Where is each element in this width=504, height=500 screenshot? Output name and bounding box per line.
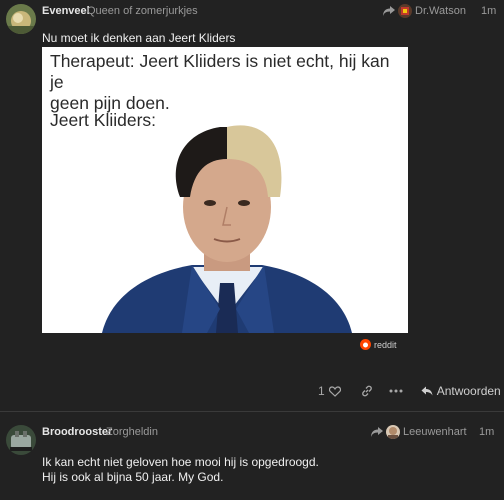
post-divider xyxy=(0,411,504,412)
post-text: Ik kan echt niet geloven hoe mooi hij is… xyxy=(42,455,319,484)
reddit-icon xyxy=(360,339,371,350)
reply-button-label: Antwoorden xyxy=(436,384,501,398)
reply-arrow-icon xyxy=(371,427,383,437)
link-icon[interactable] xyxy=(361,385,373,397)
avatar[interactable] xyxy=(6,425,36,455)
post-time[interactable]: 1m xyxy=(481,5,496,17)
portrait-illustration xyxy=(102,125,352,333)
source-label: reddit xyxy=(374,339,397,350)
avatar xyxy=(398,4,412,18)
avatar xyxy=(386,425,400,439)
more-icon[interactable] xyxy=(389,389,403,393)
reply-icon xyxy=(421,386,433,396)
reply-arrow-icon xyxy=(383,6,395,16)
reply-button[interactable]: Antwoorden xyxy=(421,384,501,398)
post-username[interactable]: Evenveel xyxy=(42,5,90,17)
reply-to-indicator[interactable]: Leeuwenhart xyxy=(370,425,467,439)
reply-to-username: Dr.Watson xyxy=(415,5,466,17)
source-badge[interactable]: reddit xyxy=(360,339,397,350)
like-count[interactable]: 1 xyxy=(318,384,325,398)
topic-page: Evenveel Queen of zomerjurkjes Dr.Watson… xyxy=(0,0,504,500)
post-user-title: Queen of zomerjurkjes xyxy=(87,5,198,17)
post-text: Nu moet ik denken aan Jeert Kliders xyxy=(42,31,236,45)
post-actions: 1 Antwoorden xyxy=(318,384,501,398)
reply-to-indicator[interactable]: Dr.Watson xyxy=(382,4,466,18)
reply-to-username: Leeuwenhart xyxy=(403,426,467,438)
post-time[interactable]: 1m xyxy=(479,426,494,438)
post-user-title: Zorgheldin xyxy=(106,426,158,438)
post-username[interactable]: Broodrooster xyxy=(42,426,112,438)
avatar[interactable] xyxy=(6,4,36,34)
meme-image[interactable]: Therapeut: Jeert Kliiders is niet echt, … xyxy=(42,47,408,333)
heart-icon[interactable] xyxy=(328,385,341,397)
